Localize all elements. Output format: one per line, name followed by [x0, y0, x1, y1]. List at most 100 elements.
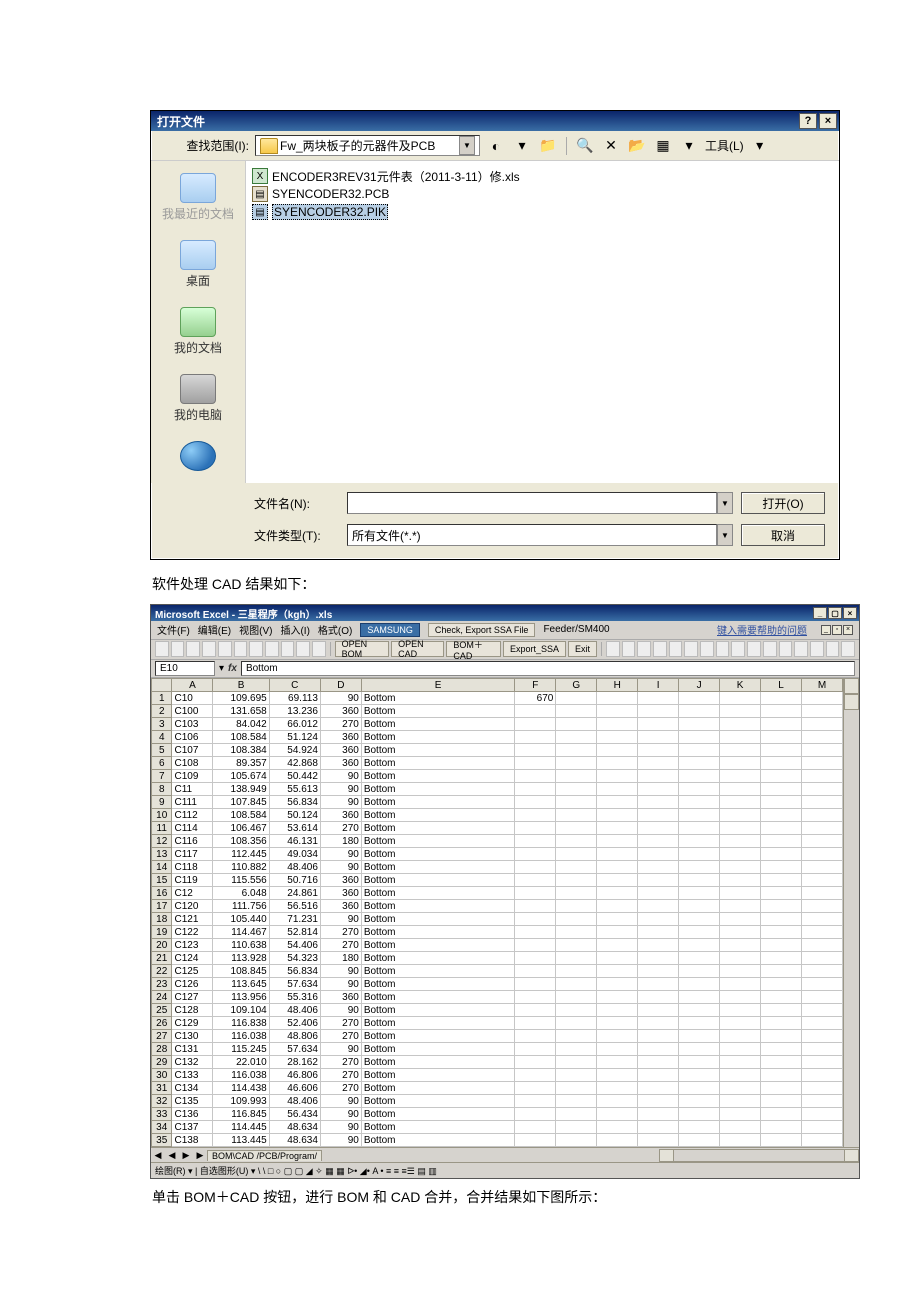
scroll-right-icon[interactable]: [844, 1150, 858, 1161]
cell[interactable]: Bottom: [361, 1121, 515, 1134]
cell[interactable]: [597, 1082, 638, 1095]
cell[interactable]: 71.231: [269, 913, 320, 926]
help-button[interactable]: ?: [799, 113, 817, 129]
menu-view[interactable]: 视图(V): [239, 622, 272, 637]
cell[interactable]: [515, 991, 556, 1004]
table-row[interactable]: 27C130116.03848.806270Bottom: [152, 1030, 843, 1043]
cell[interactable]: Bottom: [361, 965, 515, 978]
cell[interactable]: C129: [172, 1017, 213, 1030]
maximize-icon[interactable]: ▢: [828, 607, 842, 619]
cell[interactable]: [515, 744, 556, 757]
cell[interactable]: [597, 1017, 638, 1030]
cell[interactable]: 360: [320, 744, 361, 757]
cell[interactable]: Bottom: [361, 991, 515, 1004]
cell[interactable]: 66.012: [269, 718, 320, 731]
cell[interactable]: 53.614: [269, 822, 320, 835]
cell[interactable]: [801, 848, 842, 861]
cell[interactable]: [679, 770, 720, 783]
cell[interactable]: [597, 809, 638, 822]
cell[interactable]: [801, 1108, 842, 1121]
table-row[interactable]: 30C133116.03846.806270Bottom: [152, 1069, 843, 1082]
cancel-button[interactable]: 取消: [741, 524, 825, 546]
cell[interactable]: [515, 913, 556, 926]
font-color-icon[interactable]: [841, 641, 855, 657]
cell[interactable]: [597, 913, 638, 926]
cell[interactable]: [556, 744, 597, 757]
chevron-down-icon[interactable]: ▾: [750, 136, 770, 156]
cell[interactable]: [801, 1043, 842, 1056]
cell[interactable]: [761, 1069, 802, 1082]
table-row[interactable]: 21C124113.92854.323180Bottom: [152, 952, 843, 965]
cell[interactable]: C100: [172, 705, 213, 718]
cell[interactable]: 90: [320, 965, 361, 978]
row-header[interactable]: 13: [152, 848, 172, 861]
cell[interactable]: [761, 718, 802, 731]
cell[interactable]: 54.924: [269, 744, 320, 757]
cell[interactable]: [801, 1056, 842, 1069]
cell[interactable]: [638, 744, 679, 757]
cell[interactable]: 360: [320, 705, 361, 718]
row-header[interactable]: 3: [152, 718, 172, 731]
cell[interactable]: [801, 978, 842, 991]
cell[interactable]: Bottom: [361, 1134, 515, 1147]
cell[interactable]: 270: [320, 1030, 361, 1043]
cell[interactable]: Bottom: [361, 770, 515, 783]
cell[interactable]: 90: [320, 913, 361, 926]
cell[interactable]: [515, 1004, 556, 1017]
cell[interactable]: [556, 991, 597, 1004]
cell[interactable]: 48.806: [269, 1030, 320, 1043]
cell[interactable]: [720, 1030, 761, 1043]
cell[interactable]: [761, 731, 802, 744]
row-header[interactable]: 30: [152, 1069, 172, 1082]
cell[interactable]: Bottom: [361, 939, 515, 952]
cell[interactable]: 105.674: [213, 770, 269, 783]
up-one-level-icon[interactable]: 📁: [538, 136, 558, 156]
cell[interactable]: [638, 731, 679, 744]
cell[interactable]: [679, 874, 720, 887]
cell[interactable]: Bottom: [361, 874, 515, 887]
column-header[interactable]: B: [213, 679, 269, 692]
cell[interactable]: 50.124: [269, 809, 320, 822]
cell[interactable]: [679, 1082, 720, 1095]
italic-icon[interactable]: [606, 641, 620, 657]
cell[interactable]: 107.845: [213, 796, 269, 809]
cell[interactable]: [801, 952, 842, 965]
sheet-nav[interactable]: ◀: [151, 1150, 165, 1161]
menu-format[interactable]: 格式(O): [318, 622, 352, 637]
cell[interactable]: [761, 809, 802, 822]
table-row[interactable]: 4C106108.58451.124360Bottom: [152, 731, 843, 744]
cell[interactable]: [720, 900, 761, 913]
cell[interactable]: [679, 796, 720, 809]
cell[interactable]: [638, 770, 679, 783]
cell[interactable]: 180: [320, 952, 361, 965]
cell[interactable]: 55.316: [269, 991, 320, 1004]
cell[interactable]: 50.716: [269, 874, 320, 887]
cell[interactable]: 360: [320, 757, 361, 770]
cell[interactable]: 51.124: [269, 731, 320, 744]
cell[interactable]: [515, 887, 556, 900]
row-header[interactable]: 31: [152, 1082, 172, 1095]
cell[interactable]: 24.861: [269, 887, 320, 900]
cell[interactable]: [556, 939, 597, 952]
cell[interactable]: [761, 770, 802, 783]
cell[interactable]: 270: [320, 939, 361, 952]
cell[interactable]: [597, 952, 638, 965]
cell[interactable]: [556, 1069, 597, 1082]
row-header[interactable]: 15: [152, 874, 172, 887]
cell[interactable]: 131.658: [213, 705, 269, 718]
cell[interactable]: [679, 861, 720, 874]
cell[interactable]: [638, 874, 679, 887]
cell[interactable]: C12: [172, 887, 213, 900]
new-icon[interactable]: [155, 641, 169, 657]
cell[interactable]: 90: [320, 783, 361, 796]
cell[interactable]: 90: [320, 692, 361, 705]
cell[interactable]: 48.406: [269, 861, 320, 874]
cell[interactable]: 270: [320, 926, 361, 939]
cell[interactable]: [597, 1134, 638, 1147]
row-header[interactable]: 33: [152, 1108, 172, 1121]
table-row[interactable]: 25C128109.10448.40690Bottom: [152, 1004, 843, 1017]
cell[interactable]: 115.556: [213, 874, 269, 887]
underline-icon[interactable]: [622, 641, 636, 657]
cell[interactable]: [597, 783, 638, 796]
cell[interactable]: [720, 1134, 761, 1147]
